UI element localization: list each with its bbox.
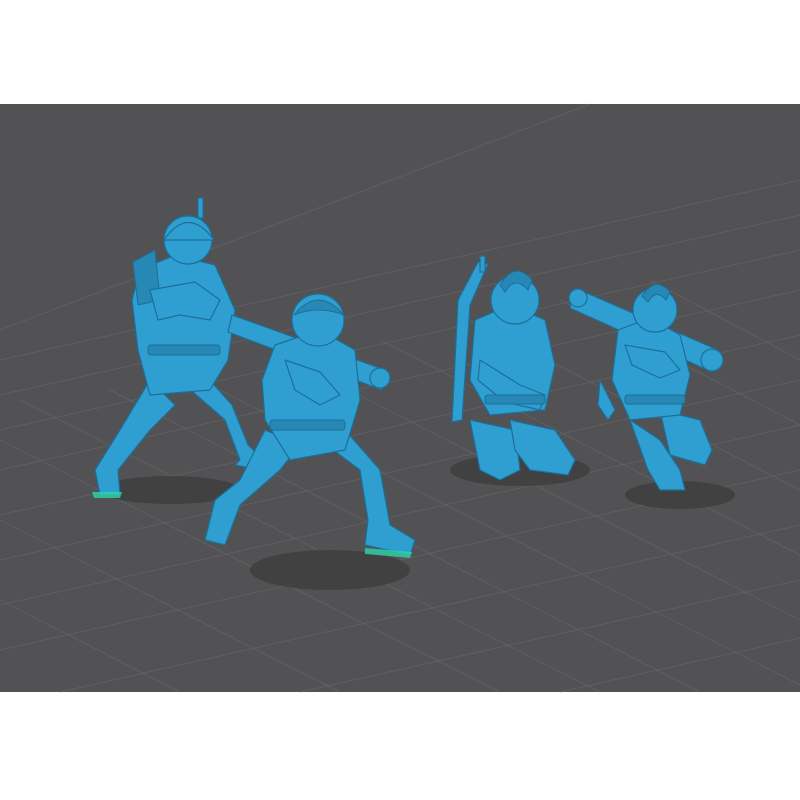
3d-viewport-scene <box>0 103 800 693</box>
figure-shadow <box>250 550 410 590</box>
